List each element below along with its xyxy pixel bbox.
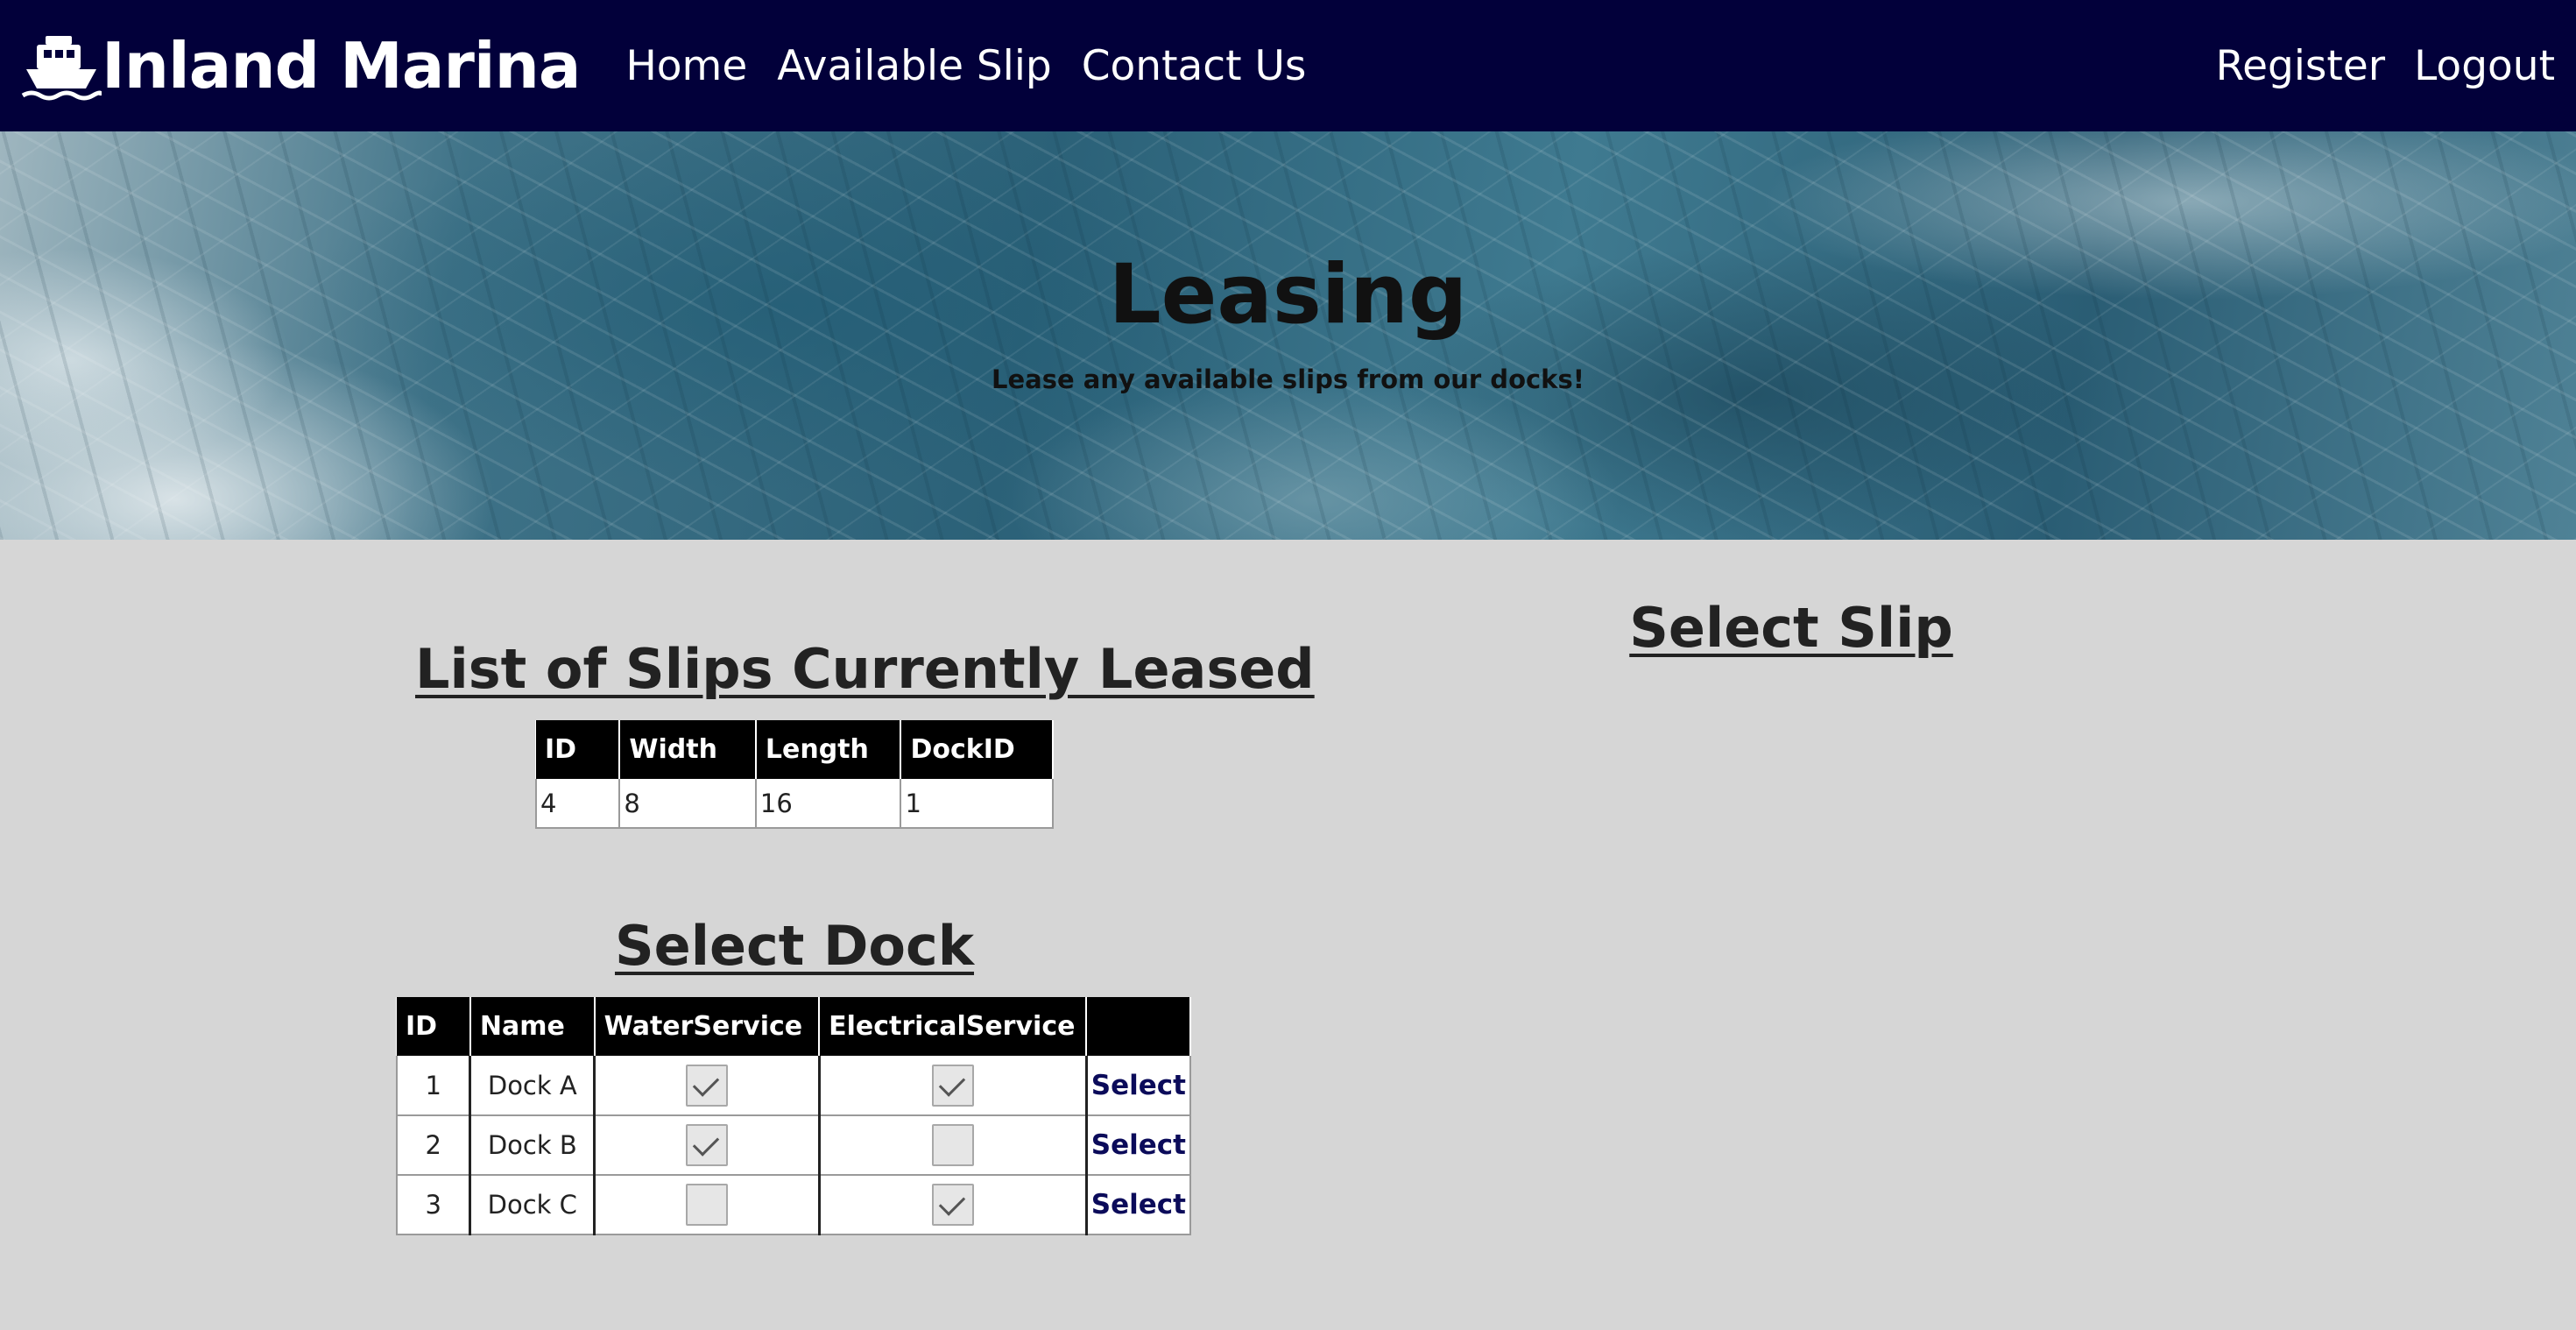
electrical-service-cell [817,1115,1088,1176]
ship-icon [21,36,102,101]
select-slip-heading: Select Slip [1629,596,1953,660]
column-header: Width [619,720,757,779]
leased-slips-heading: List of Slips Currently Leased [415,637,1315,701]
action-cell: Select [1084,1115,1191,1176]
nav-contact-us[interactable]: Contact Us [1082,42,1307,90]
column-header: ID [536,720,621,779]
column-header: WaterService [594,997,821,1056]
page-subtitle: Lease any available slips from our docks… [992,364,1584,394]
dock-id-cell: 2 [396,1115,471,1176]
dock-name-cell: Dock C [469,1175,596,1235]
water-service-cell [593,1175,821,1235]
column-header: ID [397,997,471,1056]
column-header [1086,997,1191,1056]
docks-table: ID Name WaterService ElectricalService 1… [396,997,1191,1235]
select-dock-c-link[interactable]: Select [1091,1189,1186,1220]
nav-available-slip[interactable]: Available Slip [777,42,1051,90]
electrical-service-cell [817,1175,1088,1235]
dock-id-cell: 1 [396,1056,471,1116]
action-cell: Select [1084,1056,1191,1116]
brand-name: Inland Marina [102,29,581,103]
dock-name-cell: Dock A [469,1056,596,1116]
nav-register[interactable]: Register [2216,42,2386,90]
leased-slips-table: ID Width Length DockID 4 8 16 1 [534,720,1054,829]
column-header: Length [755,720,902,779]
table-row: 4 8 16 1 [534,779,1054,829]
action-cell: Select [1084,1175,1191,1235]
table-header-row: ID Width Length DockID [536,720,1054,779]
slip-width-cell: 8 [618,779,757,829]
water-service-cell [593,1115,821,1176]
table-row: 2 Dock B Select [396,1115,1191,1176]
electrical-service-checkbox[interactable] [931,1124,974,1166]
column-header: ElectricalService [819,997,1088,1056]
column-header: Name [469,997,596,1056]
select-dock-b-link[interactable]: Select [1091,1129,1186,1161]
water-service-checkbox[interactable] [685,1124,728,1166]
electrical-service-checkbox[interactable] [931,1184,974,1226]
page-title: Leasing [1108,247,1468,343]
column-header: DockID [900,720,1054,779]
table-row: 1 Dock A Select [396,1056,1191,1116]
table-row: 3 Dock C Select [396,1175,1191,1235]
dock-id-cell: 3 [396,1175,471,1235]
slip-dockid-cell: 1 [900,779,1054,829]
water-service-checkbox[interactable] [685,1064,728,1107]
select-dock-a-link[interactable]: Select [1091,1070,1186,1101]
select-dock-heading: Select Dock [614,914,975,978]
water-service-cell [593,1056,821,1116]
electrical-service-cell [817,1056,1088,1116]
hero-banner: Leasing Lease any available slips from o… [0,131,2576,540]
nav-links: Home Available Slip Contact Us [625,42,1336,90]
slip-id-cell: 4 [534,779,621,829]
slip-length-cell: 16 [754,779,902,829]
nav-logout[interactable]: Logout [2414,42,2555,90]
table-header-row: ID Name WaterService ElectricalService [397,997,1191,1056]
nav-home[interactable]: Home [625,42,747,90]
dock-name-cell: Dock B [469,1115,596,1176]
water-service-checkbox[interactable] [685,1184,728,1226]
nav-account-links: Register Logout [2187,42,2555,90]
navbar: Inland Marina Home Available Slip Contac… [0,0,2576,131]
electrical-service-checkbox[interactable] [931,1064,974,1107]
brand-link[interactable]: Inland Marina [21,29,581,103]
